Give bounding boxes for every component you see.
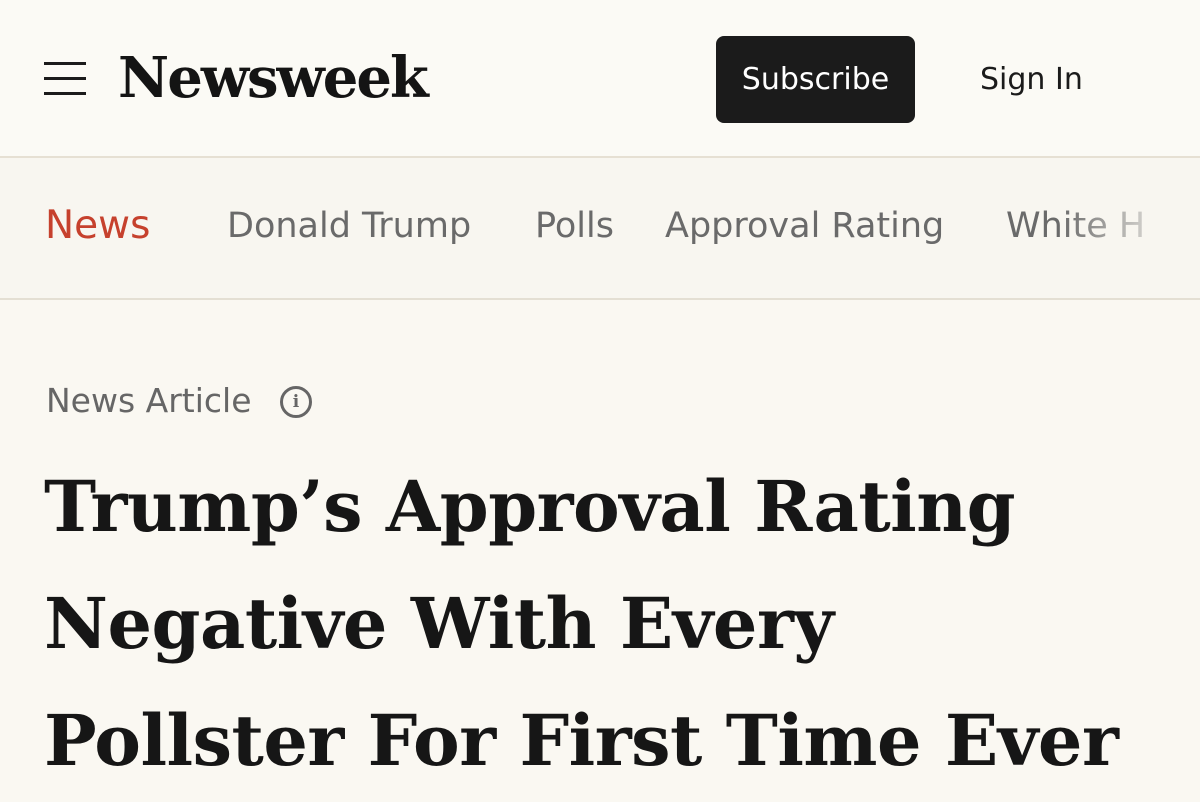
menu-bar-bottom — [44, 92, 86, 95]
headline-line: Negative With Every — [44, 582, 834, 665]
article-type-label: News Article — [46, 381, 252, 420]
nav-item-approval-rating[interactable]: Approval Rating — [665, 158, 944, 298]
hamburger-menu-icon[interactable] — [44, 62, 86, 96]
nav-item-donald-trump[interactable]: Donald Trump — [227, 158, 471, 298]
subscribe-button[interactable]: Subscribe — [716, 36, 915, 123]
topic-nav: News Donald Trump Polls Approval Rating … — [0, 158, 1200, 300]
site-header: Newsweek Subscribe Sign In — [0, 0, 1200, 158]
info-icon[interactable]: i — [280, 386, 312, 418]
menu-bar-middle — [44, 77, 86, 80]
sign-in-link[interactable]: Sign In — [980, 36, 1083, 123]
menu-bar-top — [44, 62, 86, 65]
headline-line: Trump’s Approval Rating — [44, 465, 1016, 548]
nav-item-polls[interactable]: Polls — [535, 158, 614, 298]
nav-item-news[interactable]: News — [45, 158, 150, 298]
site-logo[interactable]: Newsweek — [118, 38, 429, 118]
article-headline: Trump’s Approval Rating Negative With Ev… — [44, 448, 1184, 799]
nav-item-white-house[interactable]: White H — [1006, 158, 1145, 298]
headline-line: Pollster For First Time Ever — [44, 699, 1119, 782]
